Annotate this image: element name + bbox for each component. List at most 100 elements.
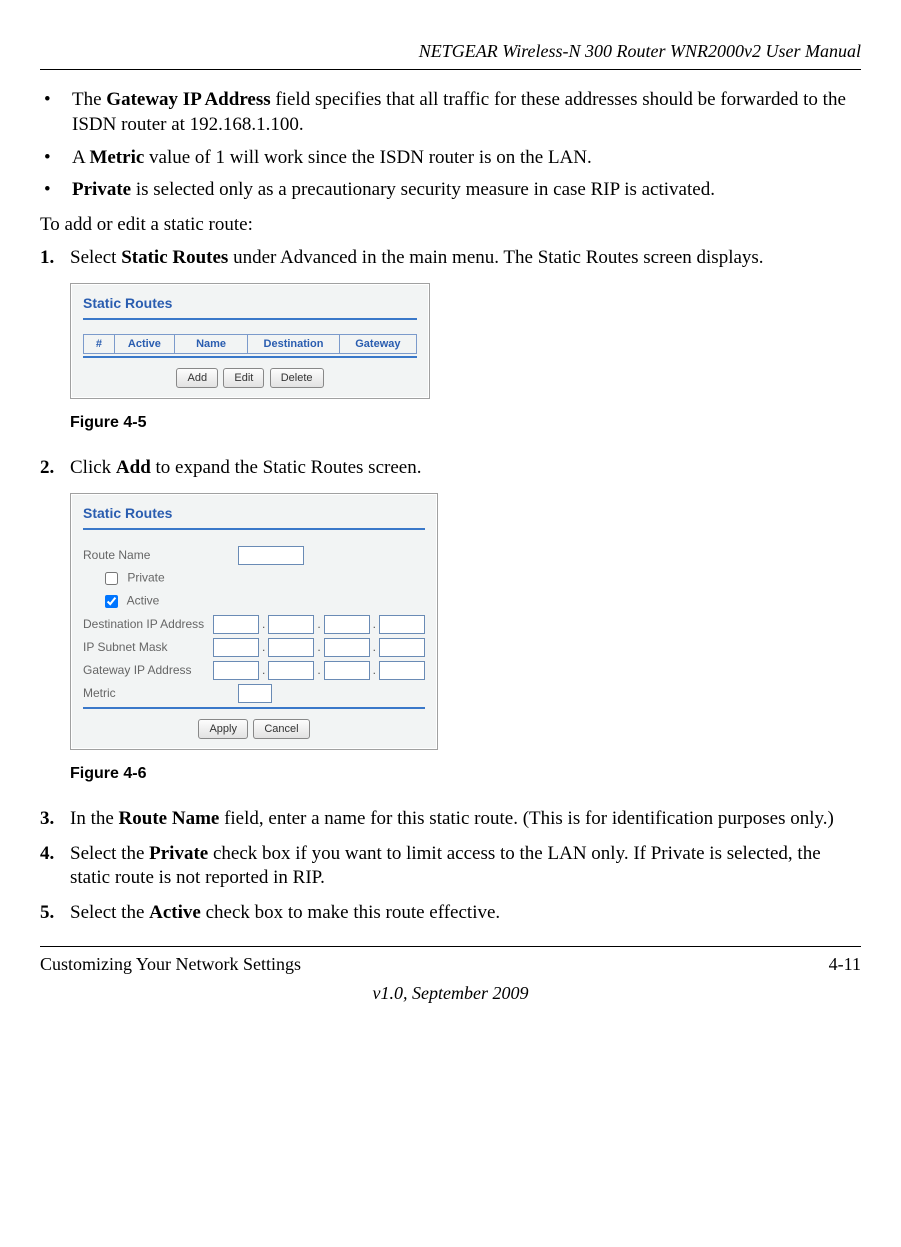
dot-icon: . xyxy=(370,617,379,633)
gateway-ip-label: Gateway IP Address xyxy=(83,663,213,679)
dot-icon: . xyxy=(259,663,268,679)
bullet-marker: • xyxy=(40,88,72,137)
step-text: Select the Active check box to make this… xyxy=(70,901,861,926)
bold-text: Private xyxy=(72,179,131,200)
figure-caption: Figure 4-6 xyxy=(70,764,861,785)
text: is selected only as a precautionary secu… xyxy=(131,179,715,200)
dot-icon: . xyxy=(314,640,323,656)
metric-row: Metric xyxy=(83,682,425,705)
text: check box to make this route effective. xyxy=(201,902,500,923)
text: A xyxy=(72,147,89,168)
body-text: To add or edit a static route: xyxy=(40,213,861,238)
static-routes-form-panel: Static Routes Route Name Private Active … xyxy=(70,493,438,750)
add-button[interactable]: Add xyxy=(176,368,218,388)
route-name-row: Route Name xyxy=(83,544,425,567)
gw-octet-2[interactable] xyxy=(268,661,314,680)
dot-icon: . xyxy=(259,640,268,656)
gateway-ip-row: Gateway IP Address . . . xyxy=(83,659,425,682)
col-active: Active xyxy=(114,334,174,353)
mask-octet-4[interactable] xyxy=(379,638,425,657)
active-label-wrap: Active xyxy=(83,592,159,611)
metric-label: Metric xyxy=(83,686,238,702)
figure-4-5: Static Routes # Active Name Destination … xyxy=(70,283,861,400)
static-routes-panel: Static Routes # Active Name Destination … xyxy=(70,283,430,400)
text: Select the xyxy=(70,902,149,923)
route-name-label: Route Name xyxy=(83,548,238,564)
page-header: NETGEAR Wireless-N 300 Router WNR2000v2 … xyxy=(40,40,861,70)
dest-ip-row: Destination IP Address . . . xyxy=(83,613,425,636)
edit-button[interactable]: Edit xyxy=(223,368,264,388)
bullet-item: • A Metric value of 1 will work since th… xyxy=(40,146,861,171)
divider xyxy=(83,528,425,530)
text: to expand the Static Routes screen. xyxy=(151,457,422,478)
bullet-item: • Private is selected only as a precauti… xyxy=(40,178,861,203)
bold-text: Private xyxy=(149,843,208,864)
dest-ip-octet-2[interactable] xyxy=(268,615,314,634)
route-name-input[interactable] xyxy=(238,546,304,565)
bullet-text: Private is selected only as a precaution… xyxy=(72,178,861,203)
text: value of 1 will work since the ISDN rout… xyxy=(144,147,591,168)
text: Select xyxy=(70,247,121,268)
bold-text: Gateway IP Address xyxy=(106,89,270,110)
routes-table: # Active Name Destination Gateway xyxy=(83,334,417,354)
private-label-wrap: Private xyxy=(83,569,165,588)
step-number: 2. xyxy=(40,456,70,481)
dot-icon: . xyxy=(314,617,323,633)
button-row: Apply Cancel xyxy=(83,719,425,739)
dot-icon: . xyxy=(259,617,268,633)
figure-caption: Figure 4-5 xyxy=(70,413,861,434)
col-name: Name xyxy=(174,334,247,353)
list-item: 4. Select the Private check box if you w… xyxy=(40,842,861,891)
gw-octet-1[interactable] xyxy=(213,661,259,680)
divider xyxy=(83,356,417,358)
panel-title: Static Routes xyxy=(83,504,425,522)
active-label: Active xyxy=(127,594,160,608)
delete-button[interactable]: Delete xyxy=(270,368,324,388)
divider xyxy=(83,707,425,709)
step-text: Click Add to expand the Static Routes sc… xyxy=(70,456,861,481)
figure-4-6: Static Routes Route Name Private Active … xyxy=(70,493,861,750)
dest-ip-octet-3[interactable] xyxy=(324,615,370,634)
col-destination: Destination xyxy=(248,334,339,353)
col-gateway: Gateway xyxy=(339,334,416,353)
bold-text: Route Name xyxy=(119,808,220,829)
bullet-marker: • xyxy=(40,178,72,203)
mask-octet-3[interactable] xyxy=(324,638,370,657)
step-text: Select Static Routes under Advanced in t… xyxy=(70,246,861,271)
button-row: Add Edit Delete xyxy=(83,368,417,388)
list-item: 5. Select the Active check box to make t… xyxy=(40,901,861,926)
ordered-list: 1. Select Static Routes under Advanced i… xyxy=(40,246,861,271)
divider xyxy=(83,318,417,320)
apply-button[interactable]: Apply xyxy=(198,719,248,739)
dest-ip-octet-4[interactable] xyxy=(379,615,425,634)
active-checkbox[interactable] xyxy=(105,595,118,608)
panel-title: Static Routes xyxy=(83,294,417,312)
private-row: Private xyxy=(83,567,425,590)
dot-icon: . xyxy=(370,640,379,656)
bullet-marker: • xyxy=(40,146,72,171)
text: Click xyxy=(70,457,116,478)
table-header-row: # Active Name Destination Gateway xyxy=(84,334,417,353)
step-text: Select the Private check box if you want… xyxy=(70,842,861,891)
private-checkbox[interactable] xyxy=(105,572,118,585)
bullet-list: • The Gateway IP Address field specifies… xyxy=(40,88,861,203)
footer-right: 4-11 xyxy=(829,953,861,976)
dot-icon: . xyxy=(370,663,379,679)
cancel-button[interactable]: Cancel xyxy=(253,719,309,739)
mask-octet-1[interactable] xyxy=(213,638,259,657)
metric-input[interactable] xyxy=(238,684,272,703)
page-footer: Customizing Your Network Settings 4-11 xyxy=(40,946,861,976)
step-number: 5. xyxy=(40,901,70,926)
mask-octet-2[interactable] xyxy=(268,638,314,657)
subnet-mask-label: IP Subnet Mask xyxy=(83,640,213,656)
bold-text: Active xyxy=(149,902,201,923)
subnet-mask-row: IP Subnet Mask . . . xyxy=(83,636,425,659)
gw-octet-4[interactable] xyxy=(379,661,425,680)
bold-text: Metric xyxy=(89,147,144,168)
gw-octet-3[interactable] xyxy=(324,661,370,680)
dest-ip-octet-1[interactable] xyxy=(213,615,259,634)
footer-left: Customizing Your Network Settings xyxy=(40,953,301,976)
footer-center: v1.0, September 2009 xyxy=(40,982,861,1005)
text: In the xyxy=(70,808,119,829)
ordered-list: 3. In the Route Name field, enter a name… xyxy=(40,807,861,926)
